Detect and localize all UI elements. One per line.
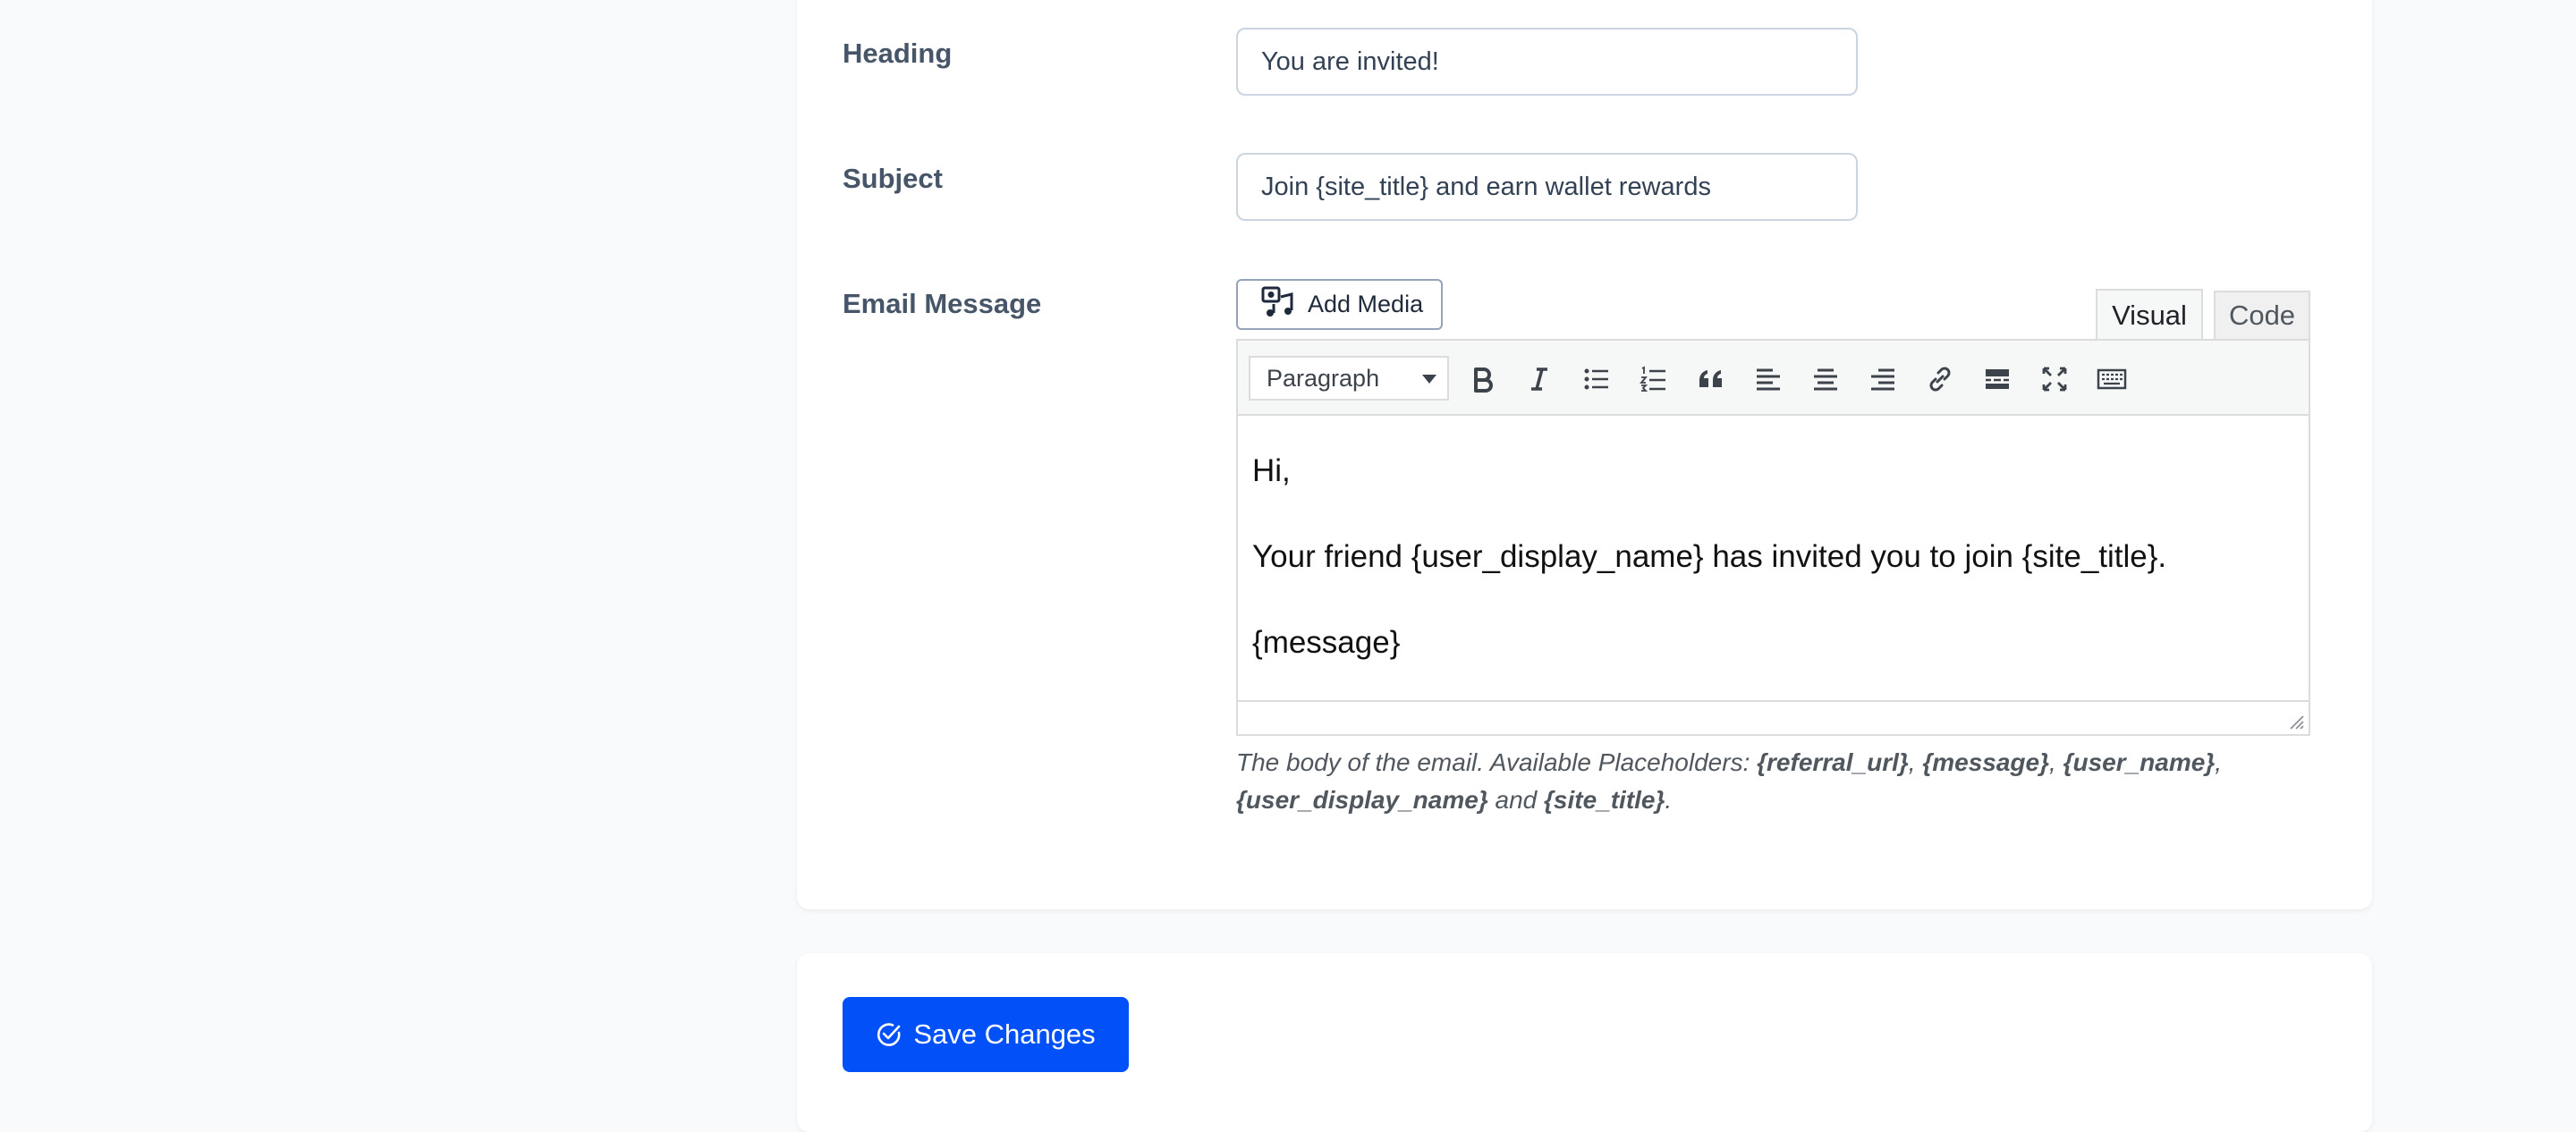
help-separator: , — [2049, 748, 2063, 776]
bullet-list-icon — [1584, 368, 1608, 390]
align-center-button[interactable] — [1805, 359, 1846, 400]
numbered-list-button[interactable] — [1633, 359, 1674, 400]
subject-label: Subject — [843, 163, 943, 194]
link-button[interactable] — [1919, 359, 1961, 400]
add-media-button[interactable]: Add Media — [1236, 279, 1443, 330]
toolbar-toggle-button[interactable] — [2091, 359, 2132, 400]
blockquote-button[interactable] — [1690, 359, 1732, 400]
align-right-icon — [1871, 368, 1894, 391]
editor-toolbar: Paragraph — [1238, 341, 2309, 416]
media-icon — [1261, 286, 1293, 323]
numbered-list-icon — [1640, 366, 1665, 392]
check-circle-icon — [877, 1023, 901, 1046]
tab-code[interactable]: Code — [2214, 291, 2310, 339]
align-left-icon — [1757, 368, 1780, 391]
link-icon — [1929, 367, 1951, 392]
placeholder-site-title: {site_title} — [1544, 786, 1665, 814]
fullscreen-icon — [2042, 367, 2067, 392]
heading-input[interactable] — [1236, 28, 1858, 96]
content-line-message: {message} — [1252, 625, 1401, 660]
bullet-list-button[interactable] — [1576, 359, 1617, 400]
content-line-invite: Your friend {user_display_name} has invi… — [1252, 539, 2167, 574]
settings-card: Heading Subject Email Message Add Media … — [797, 0, 2372, 909]
save-changes-button[interactable]: Save Changes — [843, 997, 1129, 1072]
toolbar-toggle-icon — [2097, 368, 2127, 390]
read-more-button[interactable] — [1977, 359, 2018, 400]
tab-visual[interactable]: Visual — [2096, 289, 2203, 341]
placeholder-message: {message} — [1922, 748, 2049, 776]
read-more-icon — [1986, 369, 2009, 389]
save-changes-label: Save Changes — [913, 1018, 1096, 1050]
placeholder-user-name: {user_name} — [2063, 748, 2216, 776]
format-select[interactable]: Paragraph — [1249, 356, 1449, 401]
heading-label: Heading — [843, 38, 953, 69]
help-separator: , — [2215, 748, 2222, 776]
editor-status-bar — [1238, 700, 2309, 734]
subject-input[interactable] — [1236, 153, 1858, 221]
italic-icon — [1531, 367, 1547, 391]
format-select-value: Paragraph — [1267, 364, 1380, 392]
help-prefix: The body of the email. Available Placeho… — [1236, 748, 1758, 776]
placeholder-user-display-name: {user_display_name} — [1236, 786, 1488, 814]
placeholder-referral-url: {referral_url} — [1757, 748, 1909, 776]
rich-text-editor: Paragraph Hi, Your friend {user_display_… — [1236, 339, 2310, 736]
help-and: and — [1487, 786, 1544, 814]
align-left-button[interactable] — [1748, 359, 1789, 400]
blockquote-icon — [1699, 370, 1722, 387]
add-media-label: Add Media — [1308, 291, 1424, 317]
fullscreen-button[interactable] — [2034, 359, 2075, 400]
email-message-help: The body of the email. Available Placeho… — [1236, 744, 2310, 819]
resize-handle-icon[interactable] — [2287, 713, 2305, 731]
align-center-icon — [1814, 368, 1837, 391]
align-right-button[interactable] — [1862, 359, 1903, 400]
italic-button[interactable] — [1519, 359, 1560, 400]
help-end: . — [1665, 786, 1673, 814]
bold-button[interactable] — [1462, 359, 1503, 400]
save-card: Save Changes — [797, 953, 2372, 1132]
bold-icon — [1474, 367, 1493, 393]
chevron-down-icon — [1422, 375, 1436, 384]
email-message-label: Email Message — [843, 288, 1042, 319]
content-line-greeting: Hi, — [1252, 453, 1291, 488]
help-separator: , — [1908, 748, 1923, 776]
